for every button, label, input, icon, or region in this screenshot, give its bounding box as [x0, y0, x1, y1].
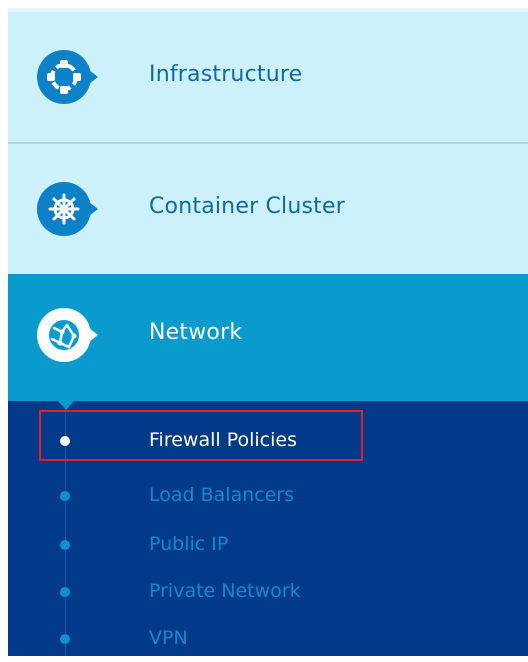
sidebar-item-container-cluster[interactable]: Container Cluster	[8, 144, 528, 274]
submenu-item-vpn[interactable]: VPN	[8, 618, 528, 662]
submenu-item-public-ip[interactable]: Public IP	[8, 524, 528, 568]
icon-pointer	[89, 328, 98, 342]
bullet-icon	[60, 540, 70, 550]
submenu-item-label: Private Network	[149, 580, 301, 602]
globe-network-icon	[37, 308, 91, 362]
sidebar-item-label: Container Cluster	[149, 194, 345, 219]
infrastructure-icon	[37, 50, 91, 104]
submenu-item-private-network[interactable]: Private Network	[8, 571, 528, 615]
icon-pointer	[89, 202, 98, 216]
bullet-icon	[60, 587, 70, 597]
sidebar-item-label: Network	[149, 320, 243, 345]
helm-wheel-icon	[37, 182, 91, 236]
active-indicator-notch	[58, 401, 74, 410]
submenu-item-label: Load Balancers	[149, 484, 295, 506]
sidebar-item-infrastructure[interactable]: Infrastructure	[8, 12, 528, 142]
icon-pointer	[89, 70, 98, 84]
sidebar-item-network[interactable]: Network	[8, 274, 528, 410]
sidebar-item-label: Infrastructure	[149, 62, 303, 87]
bullet-icon	[60, 491, 70, 501]
submenu-item-label: Public IP	[149, 533, 229, 555]
submenu-item-load-balancers[interactable]: Load Balancers	[8, 475, 528, 519]
bullet-icon	[60, 634, 70, 644]
network-submenu: Firewall Policies Load Balancers Public …	[8, 401, 528, 656]
selection-highlight	[39, 410, 363, 461]
submenu-item-label: VPN	[149, 627, 188, 649]
sidebar: Infrastructure Container Cluster Network…	[8, 8, 528, 656]
